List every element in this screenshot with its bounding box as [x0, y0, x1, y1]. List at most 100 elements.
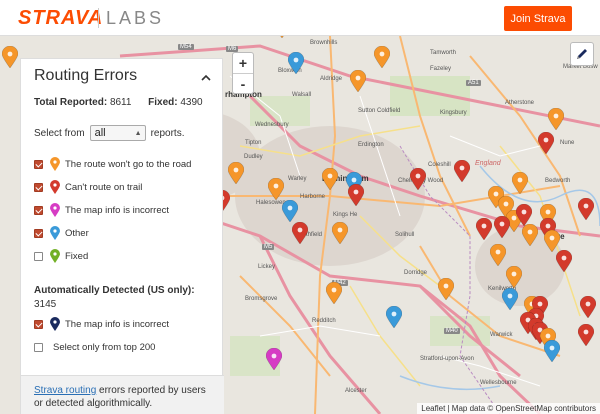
map-marker-icon[interactable]: [348, 184, 364, 206]
map-marker-icon[interactable]: [512, 172, 528, 194]
map-label-atherstone: Atherstone: [505, 100, 535, 106]
map-marker-icon[interactable]: [350, 70, 366, 92]
filter-label: The map info is incorrect: [65, 318, 170, 330]
map-marker-icon[interactable]: [538, 132, 554, 154]
map-marker-icon[interactable]: [580, 296, 596, 318]
map-label-bedworth: Bedworth: [545, 178, 571, 184]
map-marker-icon[interactable]: [544, 340, 560, 362]
map-marker-icon[interactable]: [282, 200, 298, 222]
map-label-lickey: Lickey: [258, 264, 276, 270]
map-marker-icon[interactable]: [288, 52, 304, 74]
green-marker-icon: [50, 249, 60, 263]
map-marker-icon[interactable]: [228, 162, 244, 184]
map-label-sutton: Sutton Coldfield: [358, 108, 401, 114]
map-marker-icon[interactable]: [268, 178, 284, 200]
map-marker-icon[interactable]: [490, 244, 506, 266]
map-label-nuneaton: Nune: [560, 140, 575, 146]
checkbox[interactable]: [34, 205, 43, 215]
map-marker-icon[interactable]: [522, 224, 538, 246]
filter-label: Select only from top 200: [53, 342, 156, 353]
filter-top-200[interactable]: Select only from top 200: [34, 342, 155, 353]
map-marker-icon[interactable]: [548, 108, 564, 130]
road-label-m5: M5: [262, 244, 275, 250]
zoom-control: + -: [232, 52, 254, 94]
map-marker-icon[interactable]: [292, 222, 308, 244]
map-label-dorridge: Dorridge: [404, 270, 428, 276]
road-label-a51: A51: [466, 80, 481, 86]
map-marker-icon[interactable]: [578, 324, 594, 346]
zoom-in-button[interactable]: +: [233, 53, 253, 73]
edit-pencil-button[interactable]: [570, 42, 594, 66]
report-scope-select[interactable]: all ▲: [89, 125, 146, 141]
map-marker-icon[interactable]: [410, 168, 426, 190]
filter-other[interactable]: Other: [34, 226, 89, 240]
map-marker-icon[interactable]: [322, 168, 338, 190]
map-label-kingsbury: Kingsbury: [440, 110, 467, 116]
map-label-alcester: Alcester: [345, 388, 367, 394]
map-label-harborne: Harborne: [300, 194, 326, 200]
collapse-chevron-icon[interactable]: [199, 71, 213, 83]
auto-detected-title: Automatically Detected (US only):: [34, 285, 195, 296]
map-marker-icon[interactable]: [266, 348, 282, 370]
filter-label: Other: [65, 227, 89, 239]
map-marker-icon[interactable]: [506, 266, 522, 288]
checkbox[interactable]: [34, 182, 43, 192]
map-marker-icon[interactable]: [556, 250, 572, 272]
magenta-marker-icon: [50, 203, 60, 217]
checkbox[interactable]: [34, 228, 43, 238]
map-label-aldridge: Aldridge: [320, 76, 343, 82]
fixed-value: 4390: [180, 97, 203, 108]
map-label-coleshill: Coleshill: [428, 162, 451, 168]
filter-label: Can't route on trail: [65, 181, 143, 193]
road-label-m54: M54: [178, 44, 194, 50]
checkbox[interactable]: [34, 319, 43, 329]
stats-line: Total Reported: 8611 Fixed: 4390: [34, 97, 203, 108]
map-marker-icon[interactable]: [2, 46, 18, 68]
select-suffix: reports.: [150, 127, 185, 139]
map-marker-icon[interactable]: [494, 216, 510, 238]
map-label-solihull: Solihull: [395, 232, 415, 238]
top-bar: STRAVA LABS Join Strava: [0, 0, 600, 36]
strava-logo[interactable]: STRAVA: [18, 7, 103, 30]
filter-map-info-incorrect[interactable]: The map info is incorrect: [34, 203, 169, 217]
filter-label: Fixed: [65, 250, 89, 262]
map-marker-icon[interactable]: [454, 160, 470, 182]
select-arrows-icon: ▲: [134, 129, 142, 137]
auto-detected-count: 3145: [34, 299, 57, 310]
map-marker-icon[interactable]: [438, 278, 454, 300]
checkbox[interactable]: [34, 343, 43, 352]
map-marker-icon[interactable]: [374, 46, 390, 68]
map-label-fazeley: Fazeley: [430, 66, 452, 72]
navy-marker-icon: [50, 317, 60, 331]
map-attribution[interactable]: Leaflet | Map data © OpenStreetMap contr…: [417, 403, 600, 414]
map-marker-icon[interactable]: [502, 288, 518, 310]
map-label-wellesbourne: Wellesbourne: [480, 380, 517, 386]
filter-cant-route-trail[interactable]: Can't route on trail: [34, 180, 142, 194]
logo-divider: [98, 8, 99, 28]
map-marker-icon[interactable]: [544, 230, 560, 252]
map-label-wednesbury: Wednesbury: [255, 122, 289, 128]
map-label-england: England: [475, 160, 501, 167]
join-strava-button[interactable]: Join Strava: [504, 6, 572, 31]
map-marker-icon[interactable]: [326, 282, 342, 304]
map-marker-icon[interactable]: [386, 306, 402, 328]
map-marker-icon[interactable]: [516, 204, 532, 226]
map-label-redditch: Redditch: [312, 318, 336, 324]
map-label-tamworth: Tamworth: [430, 50, 457, 56]
total-value: 8611: [109, 97, 132, 108]
map-marker-icon[interactable]: [578, 198, 594, 220]
checkbox[interactable]: [34, 251, 43, 261]
routing-errors-panel: Routing Errors Total Reported: 8611 Fixe…: [20, 58, 224, 414]
panel-footer: Strava routing errors reported by users …: [21, 375, 224, 414]
map-marker-icon[interactable]: [332, 222, 348, 244]
strava-routing-link[interactable]: Strava routing: [34, 385, 96, 396]
map-label-bromsgrove: Bromsgrove: [245, 296, 278, 302]
filter-wont-go-to-road[interactable]: The route won't go to the road: [34, 157, 191, 171]
filter-auto-map-info[interactable]: The map info is incorrect: [34, 317, 169, 331]
filter-label: The map info is incorrect: [65, 204, 170, 216]
map-label-tipton: Tipton: [245, 140, 262, 146]
filter-fixed[interactable]: Fixed: [34, 249, 88, 263]
zoom-out-button[interactable]: -: [233, 73, 253, 93]
checkbox[interactable]: [34, 159, 43, 169]
map-marker-icon[interactable]: [476, 218, 492, 240]
